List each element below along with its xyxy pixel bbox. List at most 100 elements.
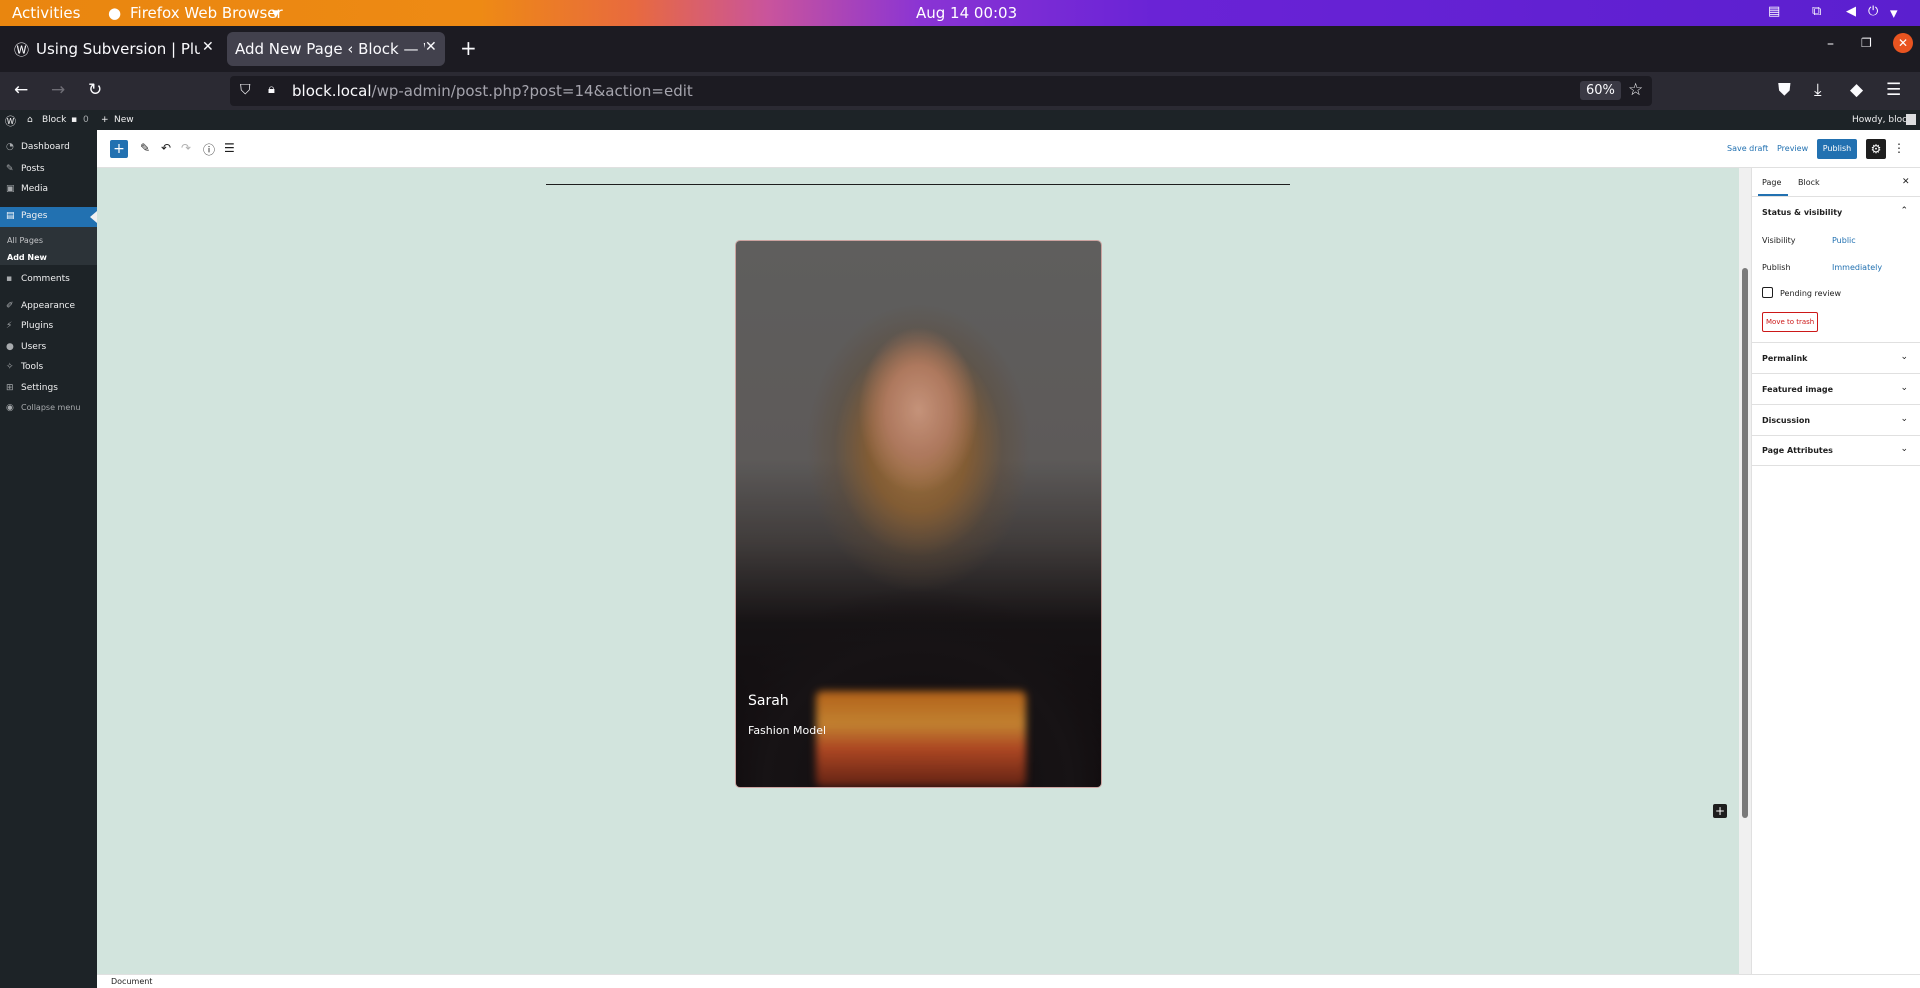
sidebar-item-users[interactable]: ● Users — [0, 338, 97, 358]
list-view-icon[interactable]: ☰ — [224, 141, 235, 155]
divider — [1752, 465, 1920, 466]
window-close-icon[interactable]: ✕ — [1893, 33, 1913, 53]
panel-status-visibility[interactable]: Status & visibility — [1762, 208, 1842, 217]
submenu-add-new[interactable]: Add New — [7, 253, 47, 262]
tab-title: Using Subversion | Plugin — [36, 40, 200, 58]
app-menu[interactable]: Firefox Web Browser — [130, 4, 283, 22]
tab-block[interactable]: Block — [1798, 178, 1820, 187]
new-tab-plus-icon[interactable]: + — [460, 36, 477, 60]
close-icon[interactable]: ✕ — [202, 39, 214, 55]
site-name-link[interactable]: Block — [42, 115, 66, 125]
sidebar-item-comments[interactable]: ▪ Comments — [0, 270, 97, 290]
submenu-all-pages[interactable]: All Pages — [7, 236, 43, 245]
comment-icon: ▪ — [6, 274, 13, 284]
minimize-icon[interactable]: – — [1827, 36, 1834, 52]
sidebar-item-plugins[interactable]: ⚡ Plugins — [0, 317, 97, 337]
zoom-level[interactable]: 60% — [1580, 81, 1621, 100]
pending-review-checkbox[interactable] — [1762, 287, 1773, 298]
breadcrumb-document[interactable]: Document — [111, 977, 152, 986]
comments-count[interactable]: 0 — [83, 115, 89, 125]
sidebar-item-appearance[interactable]: ✐ Appearance — [0, 297, 97, 317]
clock[interactable]: Aug 14 00:03 — [916, 4, 1017, 22]
close-icon[interactable]: ✕ — [425, 39, 437, 55]
panel-discussion[interactable]: Discussion — [1762, 416, 1810, 425]
back-arrow-icon[interactable]: ← — [14, 80, 28, 100]
pages-icon: ▤ — [6, 211, 15, 221]
comment-icon[interactable]: ▪ — [71, 115, 77, 125]
move-to-trash-button[interactable]: Move to trash — [1762, 312, 1819, 332]
sidebar-item-posts[interactable]: ✎ Posts — [0, 160, 97, 180]
howdy-user[interactable]: Howdy, block — [1852, 115, 1912, 125]
home-icon[interactable]: ⌂ — [27, 115, 33, 125]
system-menu-chevron-icon[interactable]: ▾ — [1890, 4, 1898, 22]
power-icon[interactable]: ⏻ — [1868, 4, 1878, 19]
lock-icon[interactable]: 🔒︎ — [268, 82, 275, 97]
wordpress-icon: Ⓦ — [14, 41, 30, 59]
pocket-icon[interactable]: ⛊ — [1778, 80, 1791, 100]
publish-date-value[interactable]: Immediately — [1832, 263, 1882, 272]
close-icon[interactable]: ✕ — [1902, 177, 1910, 187]
url-bar[interactable]: ⛉ 🔒︎ block.local/wp-admin/post.php?post=… — [230, 76, 1652, 106]
tab-page[interactable]: Page — [1762, 178, 1781, 187]
settings-gear-icon[interactable]: ⚙ — [1866, 139, 1886, 159]
visibility-value[interactable]: Public — [1832, 236, 1856, 245]
chevron-down-icon[interactable]: ⌄ — [1900, 352, 1908, 362]
forward-arrow-icon[interactable]: → — [51, 80, 65, 100]
chevron-down-icon[interactable]: ⌄ — [1900, 414, 1908, 424]
sidebar-item-dashboard[interactable]: ◔ Dashboard — [0, 138, 97, 158]
wordpress-logo-icon[interactable]: Ⓦ — [5, 113, 16, 129]
sidebar-collapse-menu[interactable]: ◉ Collapse menu — [0, 399, 97, 419]
tab-add-new-page[interactable]: Add New Page ‹ Block — Wo ✕ — [227, 32, 445, 66]
tools-pencil-icon[interactable]: ✎ — [140, 141, 150, 155]
panel-featured-image[interactable]: Featured image — [1762, 385, 1833, 394]
network-icon[interactable]: ⧉ — [1812, 4, 1821, 19]
options-more-icon[interactable]: ⋮ — [1893, 141, 1905, 155]
chevron-down-icon[interactable]: ⌄ — [1900, 383, 1908, 393]
plus-icon[interactable]: + — [101, 115, 109, 125]
undo-icon[interactable]: ↶ — [161, 141, 171, 155]
editor-footer: Document — [97, 974, 1920, 988]
publish-button[interactable]: Publish — [1817, 139, 1857, 159]
clipboard-icon[interactable]: ▤ — [1768, 4, 1780, 19]
extension-icon[interactable]: ◆ — [1850, 80, 1863, 100]
sidebar-item-tools[interactable]: ✧ Tools — [0, 358, 97, 378]
canvas-scrollbar[interactable] — [1739, 168, 1751, 974]
avatar[interactable] — [1906, 114, 1916, 125]
tab-bar: Ⓦ Using Subversion | Plugin ✕ Add New Pa… — [0, 26, 1920, 72]
activities-button[interactable]: Activities — [12, 4, 80, 22]
sidebar-item-media[interactable]: ▣ Media — [0, 180, 97, 200]
wrench-icon: ✧ — [6, 362, 14, 372]
panel-page-attributes[interactable]: Page Attributes — [1762, 446, 1833, 455]
new-content-link[interactable]: New — [114, 115, 134, 125]
chevron-down-icon[interactable]: ⌄ — [1900, 444, 1908, 454]
cover-block[interactable]: Sarah Fashion Model — [736, 241, 1101, 787]
save-draft-button[interactable]: Save draft — [1727, 144, 1768, 153]
tab-using-subversion[interactable]: Ⓦ Using Subversion | Plugin ✕ — [4, 32, 222, 66]
hamburger-menu-icon[interactable]: ☰ — [1886, 80, 1901, 100]
scrollbar-thumb[interactable] — [1742, 268, 1748, 818]
bookmark-star-icon[interactable]: ☆ — [1628, 80, 1643, 100]
pin-icon: ✎ — [6, 164, 14, 174]
url-text[interactable]: block.local/wp-admin/post.php?post=14&ac… — [292, 82, 693, 100]
redo-icon[interactable]: ↷ — [181, 141, 191, 155]
cover-title[interactable]: Sarah — [748, 693, 789, 709]
inserter-plus-icon[interactable]: + — [1713, 804, 1727, 818]
download-icon[interactable]: ⤓ — [1814, 80, 1822, 100]
volume-icon[interactable]: ◀ — [1846, 4, 1856, 19]
cover-subtitle[interactable]: Fashion Model — [748, 724, 826, 737]
preview-button[interactable]: Preview — [1777, 144, 1808, 153]
separator-block[interactable] — [546, 184, 1290, 185]
shield-icon[interactable]: ⛉ — [240, 82, 251, 98]
divider — [1752, 196, 1920, 197]
sidebar-item-pages[interactable]: ▤ Pages — [0, 207, 97, 227]
collapse-icon: ◉ — [6, 403, 14, 413]
publish-label: Publish — [1762, 263, 1791, 272]
details-info-icon[interactable]: ⓘ — [203, 141, 215, 158]
sidebar-item-settings[interactable]: ⊞ Settings — [0, 379, 97, 399]
chevron-up-icon[interactable]: ⌃ — [1900, 206, 1908, 216]
panel-permalink[interactable]: Permalink — [1762, 354, 1807, 363]
restore-icon[interactable]: ❐ — [1861, 36, 1872, 50]
add-block-plus-icon[interactable]: + — [110, 140, 128, 158]
editor-canvas[interactable]: Sarah Fashion Model + — [97, 168, 1739, 974]
reload-icon[interactable]: ↻ — [88, 80, 102, 100]
